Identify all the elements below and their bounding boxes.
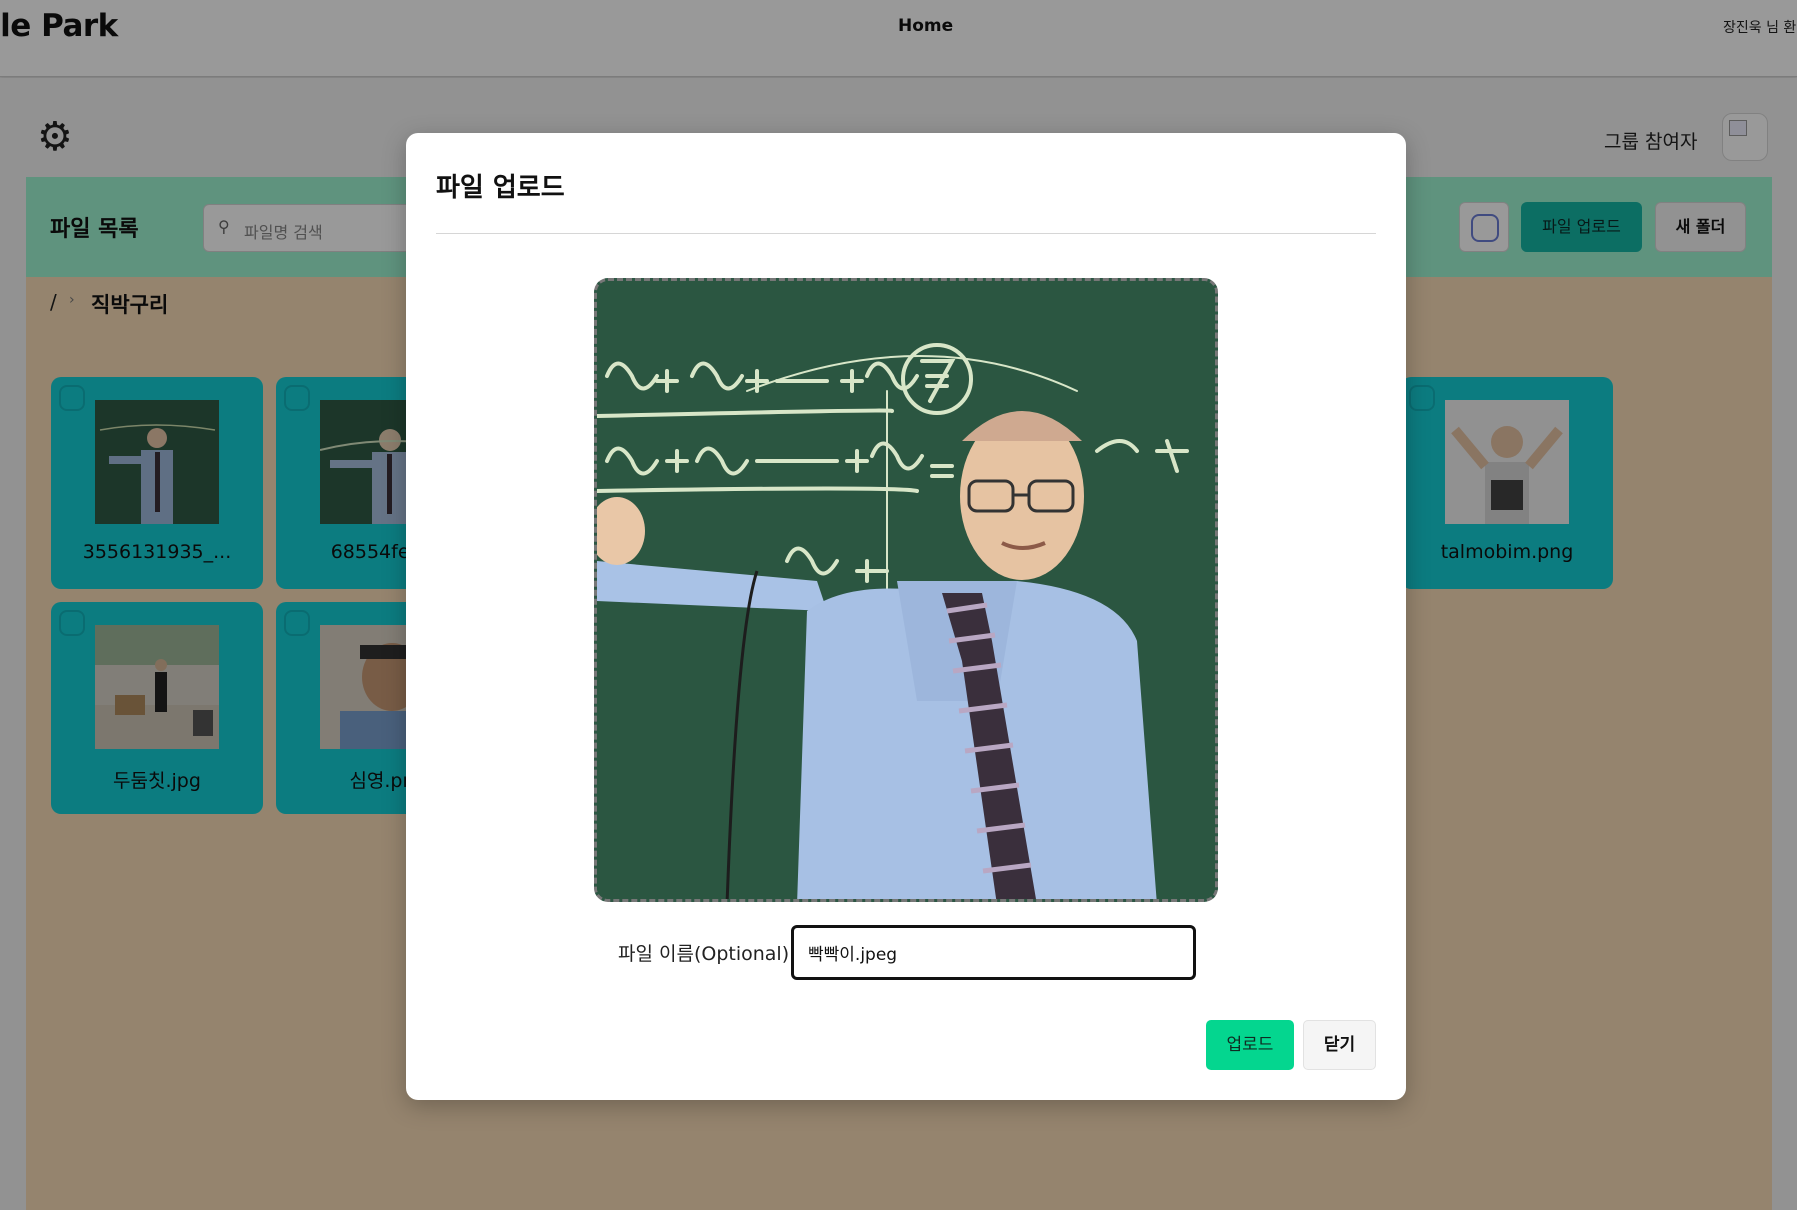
upload-submit-button[interactable]: 업로드 (1206, 1020, 1294, 1070)
modal-title: 파일 업로드 (436, 173, 565, 203)
upload-modal: 파일 업로드 파일 이름(Optional) 빡빡이.jpeg 업로드 닫기 (406, 133, 1406, 1100)
image-drop-zone[interactable] (594, 278, 1218, 902)
modal-divider (436, 233, 1376, 234)
filename-input[interactable] (791, 925, 1196, 980)
filename-label: 파일 이름(Optional) (618, 943, 790, 965)
close-button[interactable]: 닫기 (1303, 1020, 1376, 1070)
image-preview (597, 281, 1215, 899)
